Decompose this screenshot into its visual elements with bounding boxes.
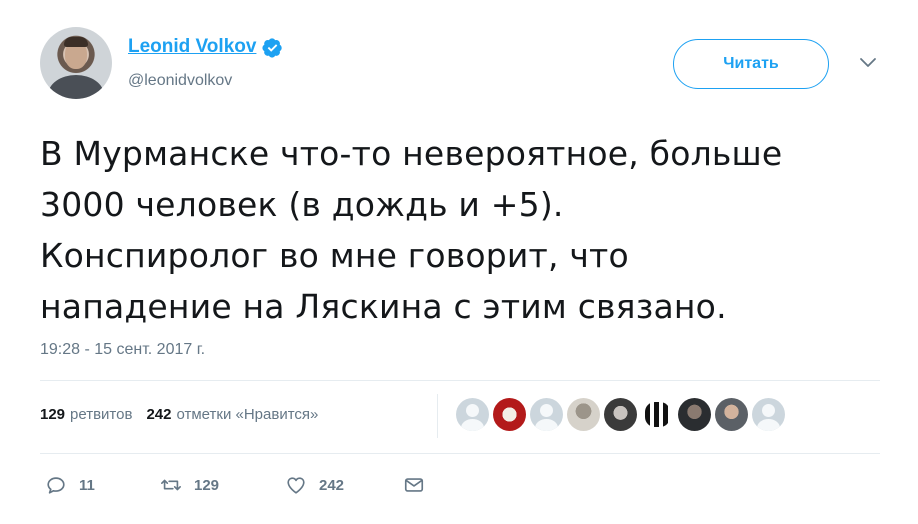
liker-avatars: [456, 398, 785, 431]
reply-button[interactable]: 11: [45, 474, 95, 496]
liker-avatar[interactable]: [678, 398, 711, 431]
liker-avatar[interactable]: [530, 398, 563, 431]
like-button[interactable]: 242: [285, 474, 344, 496]
tweet-text-line: 3000 человек (в дождь и +5).: [40, 185, 564, 224]
likes-count[interactable]: 242: [146, 406, 171, 423]
author-name-row: Leonid Volkov: [128, 36, 283, 58]
liker-avatar[interactable]: [456, 398, 489, 431]
liker-avatar[interactable]: [493, 398, 526, 431]
liker-avatar[interactable]: [641, 398, 674, 431]
avatar[interactable]: [40, 27, 112, 99]
verified-badge-icon: [262, 37, 283, 58]
tweet-text-line: нападение на Ляскина с этим связано.: [40, 287, 727, 326]
retweet-icon: [161, 479, 181, 491]
liker-avatar[interactable]: [715, 398, 748, 431]
retweets-count[interactable]: 129: [40, 406, 65, 423]
envelope-icon: [404, 478, 424, 492]
stats-separator: [437, 394, 438, 438]
tweet-text: В Мурманске что-то невероятное, больше 3…: [40, 128, 870, 332]
liker-avatar[interactable]: [567, 398, 600, 431]
author-handle[interactable]: @leonidvolkov: [128, 72, 232, 90]
divider: [40, 380, 880, 381]
tweet-text-line: В Мурманске что-то невероятное, больше: [40, 134, 783, 173]
reply-count: 11: [79, 476, 95, 494]
tweet-text-line: Конспиролог во мне говорит, что: [40, 236, 629, 275]
engagement-stats: 129 ретвитов 242 отметки «Нравится»: [40, 406, 318, 423]
liker-avatar[interactable]: [752, 398, 785, 431]
divider: [40, 453, 880, 454]
follow-button[interactable]: Читать: [673, 39, 829, 89]
author-name[interactable]: Leonid Volkov: [128, 36, 256, 58]
like-count: 242: [319, 476, 345, 494]
reply-icon: [47, 477, 65, 494]
liker-avatar[interactable]: [604, 398, 637, 431]
chevron-down-icon[interactable]: [858, 56, 878, 70]
likes-label[interactable]: отметки «Нравится»: [176, 406, 318, 423]
retweet-button[interactable]: 129: [160, 474, 219, 496]
tweet-timestamp[interactable]: 19:28 - 15 сент. 2017 г.: [40, 341, 205, 359]
retweet-count: 129: [194, 476, 220, 494]
retweets-label[interactable]: ретвитов: [70, 406, 132, 423]
direct-message-button[interactable]: [403, 474, 425, 496]
heart-icon: [287, 477, 305, 494]
